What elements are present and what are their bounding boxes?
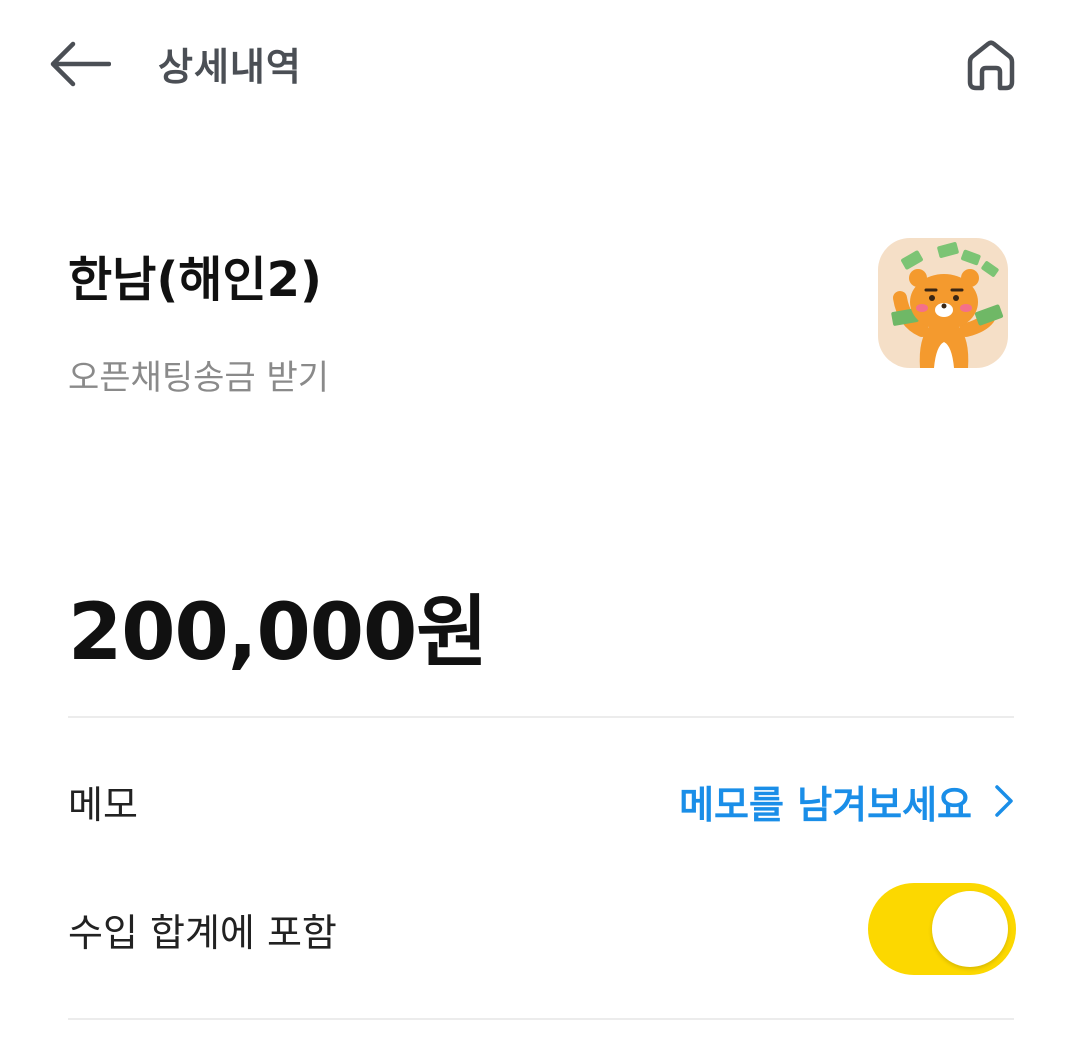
back-button[interactable] xyxy=(44,34,116,94)
income-total-row: 수입 합계에 포함 xyxy=(68,883,1016,975)
toggle-knob xyxy=(932,891,1008,967)
transaction-type: 오픈채팅송금 받기 xyxy=(68,358,330,398)
divider xyxy=(68,1018,1014,1020)
home-icon xyxy=(967,40,1015,91)
transaction-detail-page: 상세내역 한남(해인2) 오픈채팅송금 받기 200,000원 메모 메모를 남… xyxy=(0,0,1080,1048)
arrow-left-icon xyxy=(50,41,111,87)
home-button[interactable] xyxy=(958,32,1024,98)
counterparty-thumbnail xyxy=(878,238,1008,368)
memo-label: 메모 xyxy=(68,782,138,827)
header-bar: 상세내역 xyxy=(0,0,1080,130)
transaction-amount: 200,000원 xyxy=(68,588,488,678)
add-memo-text: 메모를 남겨보세요 xyxy=(679,782,972,827)
chevron-right-icon xyxy=(995,785,1013,817)
memo-row[interactable]: 메모 메모를 남겨보세요 xyxy=(68,756,1014,846)
income-total-label: 수입 합계에 포함 xyxy=(68,910,337,955)
add-memo-link[interactable]: 메모를 남겨보세요 xyxy=(679,774,1014,829)
ryan-money-character-icon xyxy=(891,242,1004,368)
page-title: 상세내역 xyxy=(158,45,302,89)
counterparty-name: 한남(해인2) xyxy=(68,252,322,308)
divider xyxy=(68,716,1014,718)
income-total-toggle[interactable] xyxy=(868,883,1016,975)
